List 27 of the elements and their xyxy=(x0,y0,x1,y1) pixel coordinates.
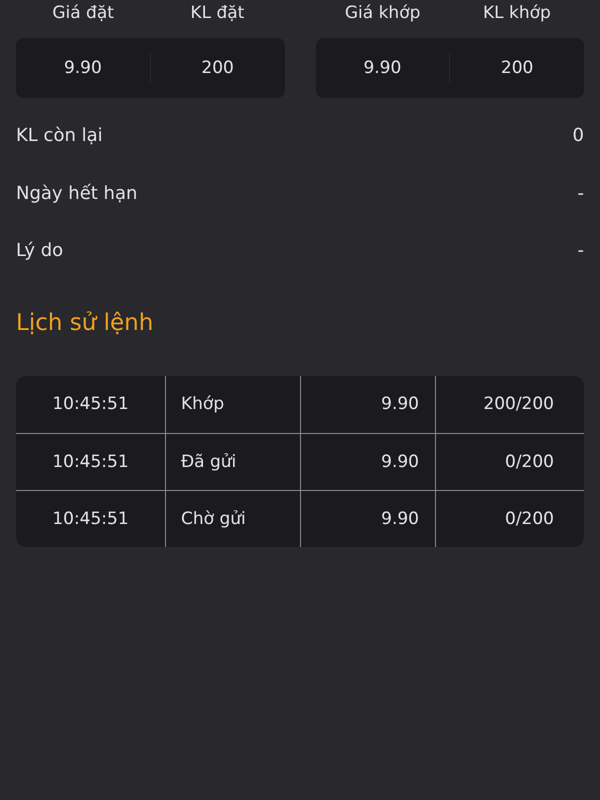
table-cell: Khớp xyxy=(181,394,224,414)
detail-value: 0 xyxy=(572,125,584,146)
table-cell: 0/200 xyxy=(505,452,554,472)
table-cell: 200/200 xyxy=(483,394,554,414)
table-cell: 10:45:51 xyxy=(52,508,129,528)
detail-label: KL còn lại xyxy=(16,125,103,146)
column-label: Giá đặt xyxy=(51,2,115,24)
column-label: Giá khớp xyxy=(344,2,422,24)
table-cell: 9.90 xyxy=(381,508,419,528)
table-cell: Chờ gửi xyxy=(181,508,246,528)
section-title: Lịch sử lệnh xyxy=(16,308,154,338)
column-value: 200 xyxy=(449,53,584,83)
table-cell: 10:45:51 xyxy=(52,452,129,472)
column-value: 9.90 xyxy=(362,58,402,78)
detail-label: Ngày hết hạn xyxy=(16,182,138,204)
table-cell: 10:45:51 xyxy=(52,394,129,414)
detail-value: - xyxy=(578,240,584,261)
column-label: KL khớp xyxy=(482,2,552,24)
column-value: 200 xyxy=(150,53,284,83)
detail-value: - xyxy=(578,182,584,204)
column-label: KL đặt xyxy=(189,2,246,24)
table-cell: 9.90 xyxy=(381,452,419,472)
detail-label: Lý do xyxy=(16,240,64,261)
table-cell: 0/200 xyxy=(505,508,554,528)
column-value: 9.90 xyxy=(62,58,103,78)
table-cell: 9.90 xyxy=(381,394,419,414)
table-cell: Đã gửi xyxy=(181,452,236,472)
